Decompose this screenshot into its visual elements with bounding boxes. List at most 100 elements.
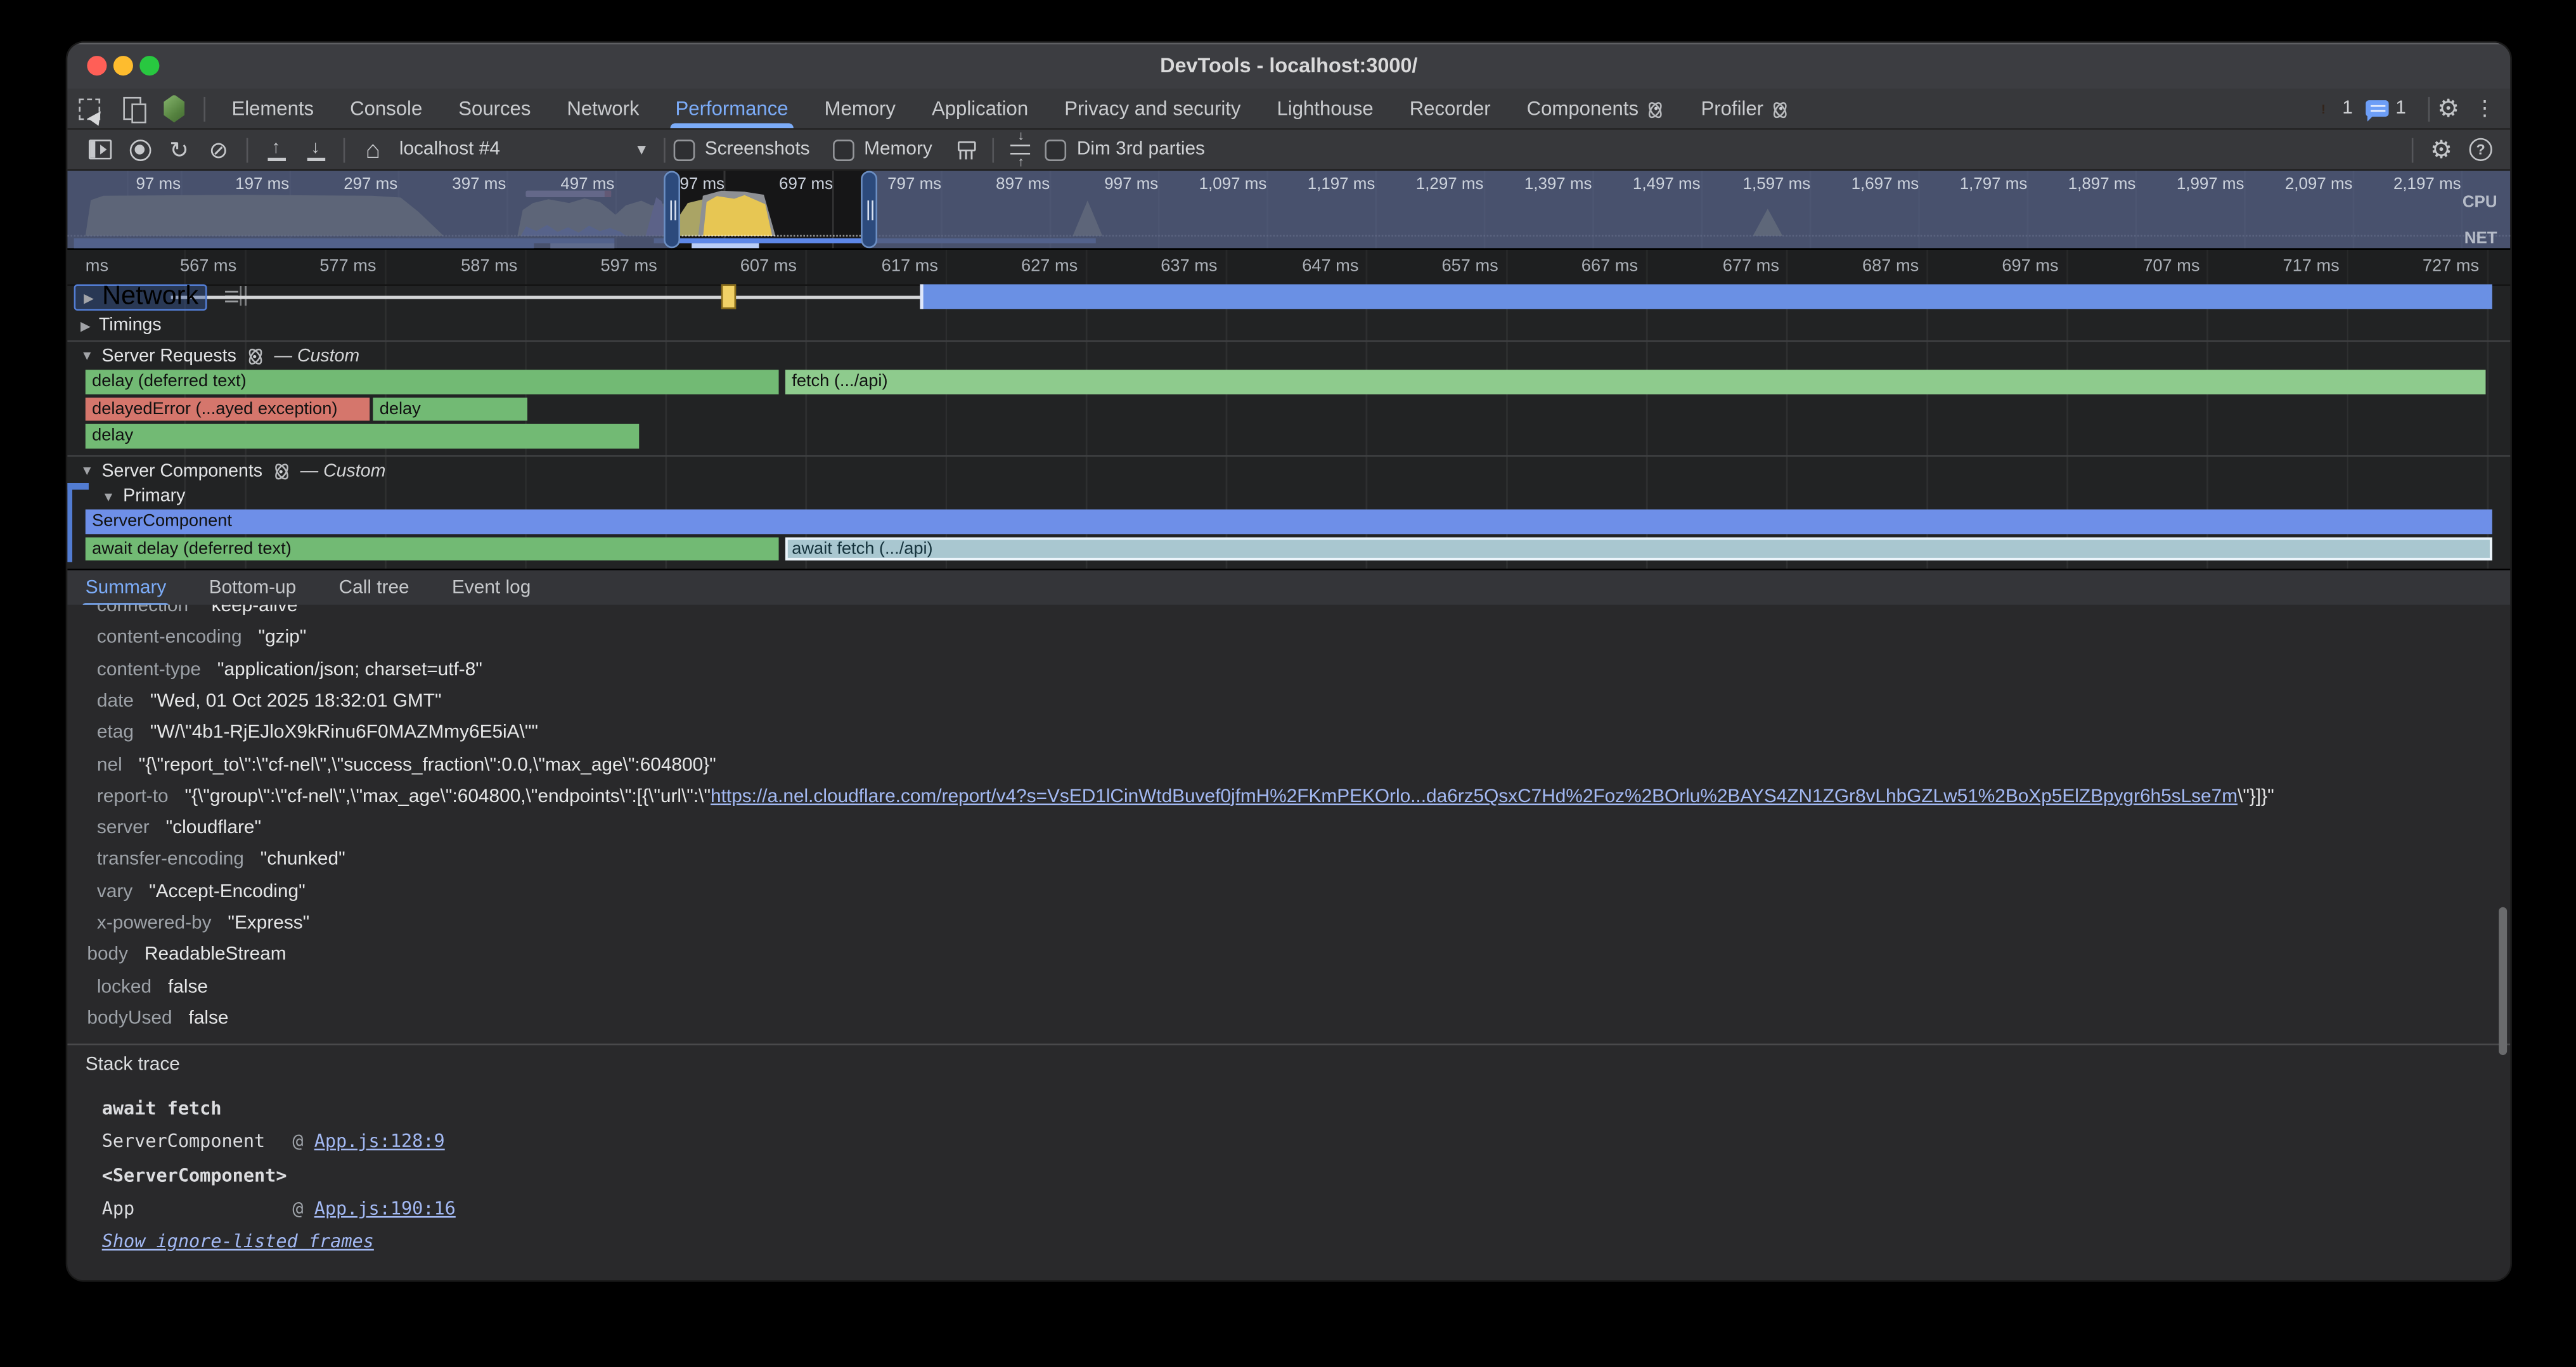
stack-frame-header: <ServerComponent>	[102, 1165, 287, 1187]
header-row: connection"keep-alive"	[67, 605, 2510, 623]
load-profile-icon[interactable]: ↑	[256, 139, 295, 160]
tab-recorder[interactable]: Recorder	[1391, 89, 1509, 128]
ruler-tick: 707 ms	[2101, 256, 2200, 276]
event-bar-delay[interactable]: delay	[373, 397, 527, 421]
header-row-report-to: report-to"{\"group\":\"cf-nel\",\"max_ag…	[67, 782, 2510, 813]
track-primary[interactable]: ▼ Primary	[67, 485, 2510, 508]
inspect-element-icon[interactable]	[67, 98, 110, 119]
separator	[344, 137, 345, 162]
device-toolbar-icon[interactable]	[110, 97, 153, 120]
property-row: bodyUsedfalse	[67, 1004, 2510, 1035]
track-server-components[interactable]: ▼ Server Components — Custom	[67, 458, 2510, 483]
source-location-link[interactable]: App.js:190:16	[314, 1198, 456, 1219]
scrollbar-thumb[interactable]	[2499, 907, 2507, 1055]
tab-profiler[interactable]: Profiler	[1683, 89, 1808, 128]
event-bar-await-fetch-selected[interactable]: await fetch (.../api)	[785, 536, 2492, 560]
show-ignore-listed-frames-link[interactable]: Show ignore-listed frames	[102, 1231, 374, 1252]
tab-summary[interactable]: Summary	[86, 570, 167, 606]
stack-frame: App@ App.js:190:16	[102, 1198, 456, 1219]
settings-gear-icon[interactable]: ⚙	[2437, 96, 2459, 121]
react-atom-icon	[1647, 100, 1665, 118]
selection-handle-right[interactable]	[861, 171, 877, 249]
tab-lighthouse[interactable]: Lighthouse	[1259, 89, 1391, 128]
event-bar-delay-deferred[interactable]: delay (deferred text)	[86, 370, 779, 394]
title-bar: DevTools - localhost:3000/	[67, 42, 2510, 90]
tab-sources[interactable]: Sources	[441, 89, 549, 128]
help-icon[interactable]: ?	[2461, 138, 2501, 161]
timeline-overview[interactable]: 97 ms 197 ms 297 ms 397 ms 497 ms 597 ms…	[67, 171, 2510, 250]
tab-elements[interactable]: Elements	[214, 89, 332, 128]
clear-icon[interactable]: ⊘	[199, 138, 238, 161]
record-icon[interactable]	[120, 139, 159, 160]
track-accent-line	[67, 483, 71, 562]
time-ruler: ms 567 ms 577 ms 587 ms 597 ms 607 ms 61…	[67, 250, 2510, 286]
header-row: content-encoding"gzip"	[67, 623, 2510, 655]
event-bar-delay[interactable]: delay	[86, 424, 639, 448]
event-bar-server-component[interactable]: ServerComponent	[86, 509, 2492, 533]
event-bar-fetch-api[interactable]: fetch (.../api)	[785, 370, 2486, 394]
header-row: content-type"application/json; charset=u…	[67, 655, 2510, 687]
track-server-requests[interactable]: ▼ Server Requests — Custom	[67, 344, 2510, 368]
track-timings-label: Timings	[99, 316, 162, 335]
expander-collapsed-icon[interactable]: ▶	[84, 290, 94, 304]
warning-icon[interactable]: !	[2311, 98, 2336, 119]
summary-pane[interactable]: connection"keep-alive" content-encoding"…	[67, 605, 2510, 1280]
tab-console[interactable]: Console	[332, 89, 441, 128]
separator	[203, 96, 205, 121]
header-row: date"Wed, 01 Oct 2025 18:32:01 GMT"	[67, 687, 2510, 718]
track-network-selected[interactable]: ▶ Network	[74, 284, 207, 310]
ruler-tick: 627 ms	[979, 256, 1078, 276]
overview-dim-left	[67, 171, 672, 249]
divider	[67, 340, 2510, 342]
tab-bottom-up[interactable]: Bottom-up	[209, 570, 297, 606]
property-row: bodyReadableStream	[67, 940, 2510, 972]
cpu-label: CPU	[2463, 194, 2497, 212]
details-tab-bar: Summary Bottom-up Call tree Event log	[67, 569, 2510, 607]
track-primary-label: Primary	[123, 486, 185, 506]
history-dropdown[interactable]: localhost #4 ▼	[399, 139, 649, 159]
ruler-tick: 687 ms	[1820, 256, 1919, 276]
capture-settings-gear-icon[interactable]: ⚙	[2421, 137, 2461, 162]
issues-message-icon[interactable]	[2366, 100, 2389, 117]
extension-gem-icon[interactable]	[153, 94, 195, 122]
event-bar-await-delay[interactable]: await delay (deferred text)	[86, 536, 779, 560]
expander-collapsed-icon[interactable]: ▶	[80, 318, 91, 333]
tab-memory[interactable]: Memory	[806, 89, 913, 128]
tab-network[interactable]: Network	[549, 89, 657, 128]
tab-privacy-security[interactable]: Privacy and security	[1046, 89, 1259, 128]
network-pending-bar[interactable]	[721, 284, 736, 309]
ruler-tick: 657 ms	[1400, 256, 1498, 276]
tab-performance[interactable]: Performance	[657, 89, 806, 128]
tab-event-log[interactable]: Event log	[452, 570, 531, 606]
memory-checkbox[interactable]	[833, 139, 854, 160]
source-location-link[interactable]: App.js:128:9	[314, 1131, 445, 1152]
report-to-url-link[interactable]: https://a.nel.cloudflare.com/report/v4?s…	[711, 787, 2238, 807]
tab-application[interactable]: Application	[913, 89, 1046, 128]
expander-expanded-icon[interactable]: ▼	[102, 489, 115, 503]
expander-expanded-icon[interactable]: ▼	[80, 348, 94, 363]
network-request-bar[interactable]	[920, 284, 2492, 308]
tab-components[interactable]: Components	[1509, 89, 1683, 128]
garbage-collect-icon[interactable]	[946, 139, 985, 160]
header-row: etag"W/\"4b1-RjEJloX9kRinu6F0MAZMmy6E5iA…	[67, 718, 2510, 750]
reload-record-icon[interactable]: ↻	[159, 138, 198, 161]
track-timings[interactable]: ▶ Timings	[67, 312, 2510, 338]
header-row: nel"{\"report_to\":\"cf-nel\",\"success_…	[67, 750, 2510, 782]
tab-call-tree[interactable]: Call tree	[339, 570, 409, 606]
home-icon[interactable]: ⌂	[353, 137, 392, 162]
more-options-icon[interactable]: ⋮	[2474, 95, 2496, 121]
ruler-unit: ms	[86, 256, 108, 276]
separator	[2428, 96, 2430, 121]
screenshots-checkbox[interactable]	[674, 139, 695, 160]
dim-3rd-parties-checkbox[interactable]	[1046, 139, 1067, 160]
selection-handle-left[interactable]	[664, 171, 680, 249]
save-profile-icon[interactable]: ↓	[296, 139, 335, 160]
event-bar-delayed-error[interactable]: delayedError (...ayed exception)	[86, 397, 370, 421]
collapse-sections-icon[interactable]: ↓↑	[1003, 130, 1039, 169]
ruler-tick: 597 ms	[558, 256, 657, 276]
flame-chart[interactable]: ms 567 ms 577 ms 587 ms 597 ms 607 ms 61…	[67, 250, 2510, 569]
ruler-tick: 617 ms	[839, 256, 938, 276]
overview-network-bar-light	[692, 244, 759, 250]
toggle-sidebar-icon[interactable]	[80, 139, 120, 159]
expander-expanded-icon[interactable]: ▼	[80, 463, 94, 478]
